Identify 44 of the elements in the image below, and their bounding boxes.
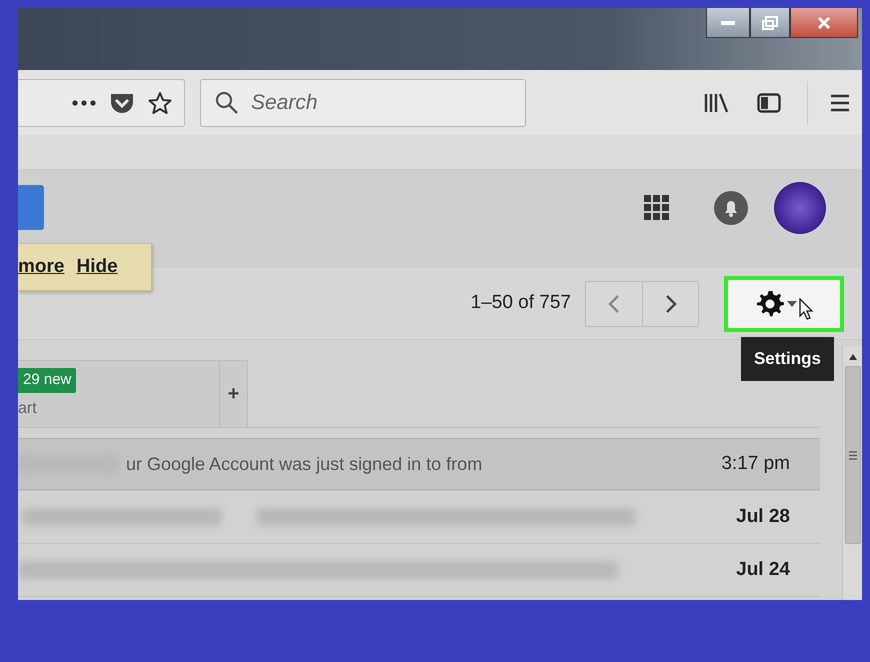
apps-icon[interactable] bbox=[644, 195, 670, 221]
search-box[interactable]: Search bbox=[200, 78, 526, 126]
dropdown-caret-icon bbox=[787, 300, 797, 306]
grip-icon bbox=[848, 450, 856, 460]
search-icon bbox=[215, 90, 239, 114]
search-field[interactable]: Search bbox=[249, 86, 509, 120]
page-range: 1–50 of 757 bbox=[470, 291, 571, 316]
star-icon[interactable] bbox=[148, 90, 172, 114]
minimize-button[interactable] bbox=[706, 8, 750, 38]
email-row[interactable]: ur Google Account was just signed in to from 3:17 pm bbox=[18, 438, 820, 491]
menu-icon[interactable] bbox=[830, 94, 850, 112]
restore-icon bbox=[762, 16, 778, 30]
new-count-badge: 29 new bbox=[18, 368, 76, 392]
notice-link[interactable]: more bbox=[18, 252, 64, 282]
sidebar-icon[interactable] bbox=[757, 92, 781, 112]
scroll-up-icon bbox=[848, 354, 856, 360]
library-icon[interactable] bbox=[703, 92, 729, 114]
email-time: Jul 28 bbox=[736, 504, 790, 529]
minimize-icon bbox=[721, 20, 735, 24]
email-row[interactable]: Jul 28 bbox=[18, 491, 820, 544]
email-snippet: ur Google Account was just signed in to from bbox=[126, 452, 482, 476]
notice-link[interactable]: Hide bbox=[76, 252, 118, 282]
email-time: Jul 24 bbox=[736, 558, 790, 582]
close-button[interactable] bbox=[790, 8, 858, 38]
chevron-left-icon bbox=[608, 294, 620, 314]
avatar[interactable] bbox=[774, 182, 826, 234]
inbox-tab[interactable]: 29 new art bbox=[18, 360, 220, 427]
email-row[interactable]: Jul 24 bbox=[18, 544, 820, 597]
settings-icon bbox=[755, 288, 785, 318]
add-tab-button[interactable]: + bbox=[220, 360, 248, 427]
pocket-icon[interactable] bbox=[110, 92, 134, 114]
settings-button[interactable] bbox=[724, 276, 844, 332]
scrollbar[interactable] bbox=[842, 346, 862, 600]
cursor-icon bbox=[799, 298, 813, 320]
close-icon bbox=[817, 16, 831, 30]
email-time: 3:17 pm bbox=[721, 452, 790, 476]
more-icon bbox=[72, 100, 96, 106]
scrollbar-thumb[interactable] bbox=[844, 366, 860, 544]
tab-label: art bbox=[18, 398, 38, 418]
chevron-right-icon bbox=[664, 294, 676, 314]
address-bar[interactable] bbox=[18, 78, 185, 126]
settings-tooltip: Settings bbox=[740, 337, 834, 380]
maximize-button[interactable] bbox=[750, 8, 790, 38]
notification-icon[interactable] bbox=[714, 191, 748, 225]
